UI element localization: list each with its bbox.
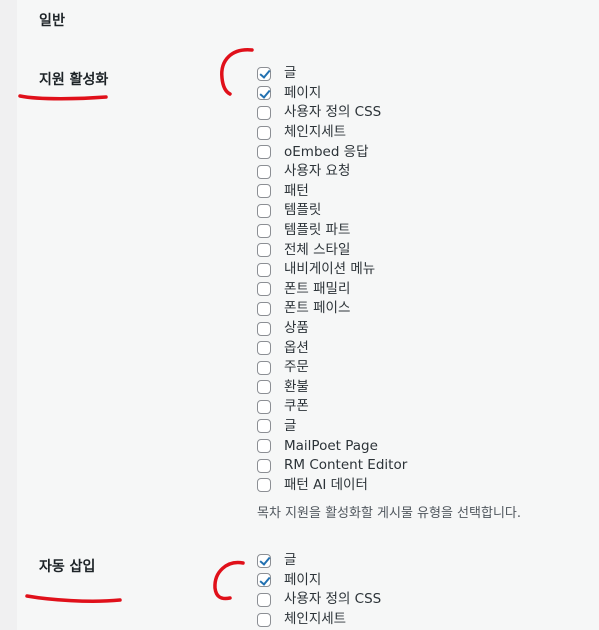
post-type-checkbox[interactable]: [257, 164, 271, 179]
support-post-type-list: 글 페이지 사용자 정의 CSS 체인지세트 oEmbed 응답 사용자 요청 패턴 템플릿 템…: [257, 64, 407, 495]
post-type-option[interactable]: 템플릿 파트: [257, 221, 407, 241]
post-type-checkbox[interactable]: [257, 419, 271, 434]
post-type-checkbox[interactable]: [257, 380, 271, 395]
post-type-label[interactable]: 패턴: [284, 182, 309, 201]
post-type-checkbox[interactable]: [257, 86, 271, 101]
post-type-label[interactable]: 템플릿 파트: [284, 221, 350, 240]
auto-insert-post-type-list: 글 페이지 사용자 정의 CSS 체인지세트: [257, 551, 381, 629]
post-type-option[interactable]: 폰트 페이스: [257, 299, 407, 319]
post-type-option[interactable]: 주문: [257, 358, 407, 378]
post-type-checkbox[interactable]: [257, 478, 271, 493]
post-type-option[interactable]: 체인지세트: [257, 610, 381, 630]
post-type-option[interactable]: 글: [257, 417, 407, 437]
post-type-label[interactable]: RM Content Editor: [284, 456, 407, 475]
post-type-option[interactable]: 글: [257, 64, 407, 84]
post-type-checkbox[interactable]: [257, 184, 271, 199]
post-type-checkbox[interactable]: [257, 282, 271, 297]
post-type-option[interactable]: 템플릿: [257, 201, 407, 221]
post-type-checkbox[interactable]: [257, 553, 271, 568]
post-type-label[interactable]: 템플릿: [284, 201, 321, 220]
post-type-option[interactable]: 페이지: [257, 84, 407, 104]
post-type-label[interactable]: 페이지: [284, 571, 321, 590]
post-type-label[interactable]: oEmbed 응답: [284, 143, 369, 162]
support-description: 목차 지원을 활성화할 게시물 유형을 선택합니다.: [257, 506, 521, 521]
post-type-checkbox[interactable]: [257, 243, 271, 258]
post-type-label[interactable]: 전체 스타일: [284, 241, 350, 260]
post-type-label[interactable]: 옵션: [284, 339, 309, 358]
post-type-checkbox[interactable]: [257, 66, 271, 81]
post-type-checkbox[interactable]: [257, 125, 271, 140]
post-type-label[interactable]: 폰트 패밀리: [284, 280, 350, 299]
post-type-checkbox[interactable]: [257, 321, 271, 336]
post-type-checkbox[interactable]: [257, 262, 271, 277]
post-type-option[interactable]: 내비게이션 메뉴: [257, 260, 407, 280]
post-type-option[interactable]: 상품: [257, 319, 407, 339]
post-type-option[interactable]: 사용자 정의 CSS: [257, 590, 381, 610]
post-type-checkbox[interactable]: [257, 399, 271, 414]
post-type-checkbox[interactable]: [257, 612, 271, 627]
left-gutter: [0, 0, 17, 630]
post-type-checkbox[interactable]: [257, 592, 271, 607]
post-type-label[interactable]: 체인지세트: [284, 123, 346, 142]
post-type-checkbox[interactable]: [257, 439, 271, 454]
post-type-option[interactable]: 사용자 요청: [257, 162, 407, 182]
post-type-checkbox[interactable]: [257, 105, 271, 120]
support-row-label: 지원 활성화: [39, 72, 109, 88]
post-type-checkbox[interactable]: [257, 458, 271, 473]
post-type-label[interactable]: 쿠폰: [284, 397, 309, 416]
post-type-label[interactable]: 주문: [284, 358, 309, 377]
post-type-option[interactable]: 옵션: [257, 338, 407, 358]
post-type-option[interactable]: oEmbed 응답: [257, 142, 407, 162]
post-type-option[interactable]: 페이지: [257, 571, 381, 591]
post-type-checkbox[interactable]: [257, 360, 271, 375]
post-type-checkbox[interactable]: [257, 203, 271, 218]
post-type-label[interactable]: 체인지세트: [284, 610, 346, 629]
post-type-option[interactable]: 전체 스타일: [257, 240, 407, 260]
post-type-label[interactable]: 사용자 정의 CSS: [284, 103, 381, 122]
post-type-option[interactable]: 폰트 패밀리: [257, 280, 407, 300]
section-title: 일반: [39, 13, 66, 29]
post-type-option[interactable]: RM Content Editor: [257, 456, 407, 476]
post-type-option[interactable]: 체인지세트: [257, 123, 407, 143]
post-type-label[interactable]: MailPoet Page: [284, 437, 378, 456]
post-type-label[interactable]: 사용자 정의 CSS: [284, 590, 381, 609]
post-type-label[interactable]: 글: [284, 417, 296, 436]
post-type-option[interactable]: 사용자 정의 CSS: [257, 103, 407, 123]
post-type-option[interactable]: 패턴 AI 데이터: [257, 475, 407, 495]
post-type-checkbox[interactable]: [257, 301, 271, 316]
post-type-label[interactable]: 패턴 AI 데이터: [284, 476, 368, 495]
post-type-checkbox[interactable]: [257, 223, 271, 238]
auto-insert-row-label: 자동 삽입: [39, 559, 96, 575]
post-type-label[interactable]: 페이지: [284, 84, 321, 103]
post-type-checkbox[interactable]: [257, 573, 271, 588]
post-type-checkbox[interactable]: [257, 145, 271, 160]
post-type-option[interactable]: MailPoet Page: [257, 436, 407, 456]
post-type-label[interactable]: 내비게이션 메뉴: [284, 260, 375, 279]
post-type-label[interactable]: 글: [284, 551, 296, 570]
post-type-label[interactable]: 글: [284, 64, 296, 83]
post-type-option[interactable]: 패턴: [257, 182, 407, 202]
post-type-label[interactable]: 상품: [284, 319, 309, 338]
post-type-checkbox[interactable]: [257, 341, 271, 356]
post-type-label[interactable]: 사용자 요청: [284, 162, 350, 181]
post-type-label[interactable]: 환불: [284, 378, 309, 397]
post-type-option[interactable]: 쿠폰: [257, 397, 407, 417]
post-type-option[interactable]: 환불: [257, 378, 407, 398]
post-type-option[interactable]: 글: [257, 551, 381, 571]
post-type-label[interactable]: 폰트 페이스: [284, 299, 350, 318]
